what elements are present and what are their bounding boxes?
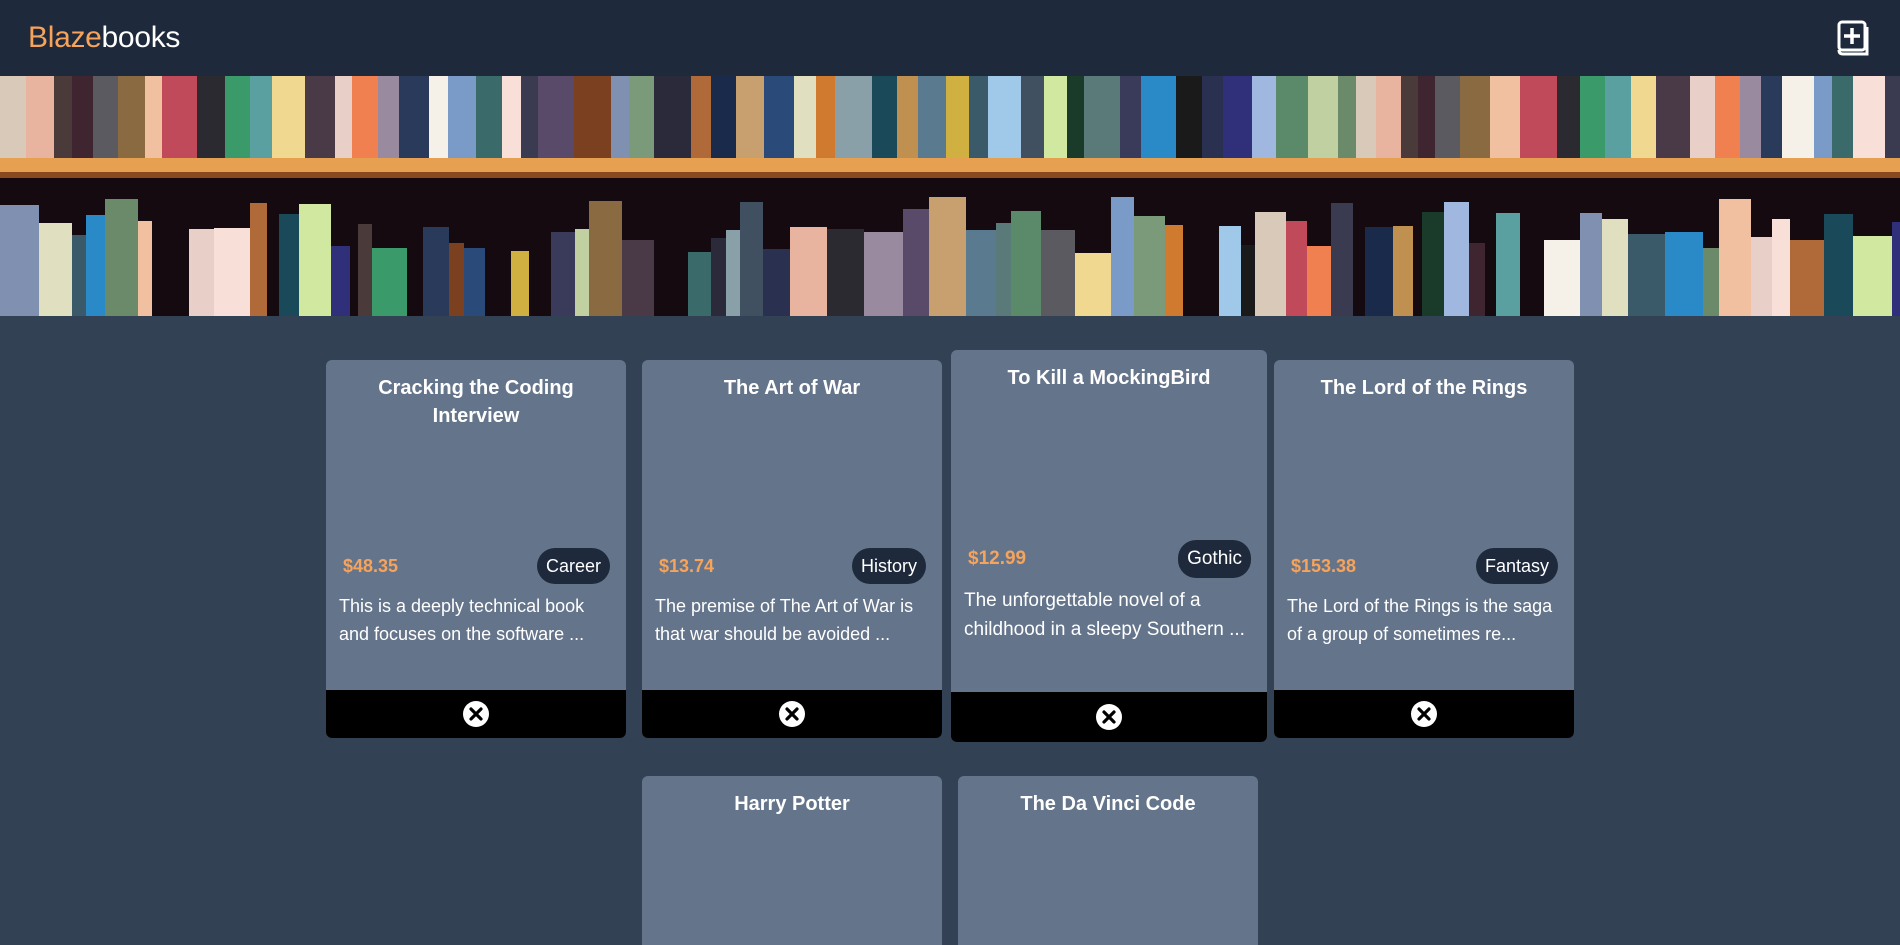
card-footer	[1274, 690, 1574, 738]
book-card[interactable]: Cracking the Coding Interview $48.35 Car…	[326, 360, 626, 738]
book-price: $12.99	[968, 548, 1027, 569]
bookshelf-illustration	[0, 76, 1900, 316]
delete-book-icon[interactable]	[1410, 700, 1438, 728]
delete-book-icon[interactable]	[462, 700, 490, 728]
add-book-button[interactable]	[1834, 19, 1872, 57]
card-footer	[326, 690, 626, 738]
book-card[interactable]: The Lord of the Rings $153.38 Fantasy Th…	[1274, 360, 1574, 738]
book-price: $153.38	[1291, 555, 1357, 576]
book-description: The Lord of the Rings is the saga of a g…	[1287, 596, 1553, 644]
card-footer	[951, 692, 1267, 742]
category-badge: Career	[536, 548, 610, 584]
category-badge: Fantasy	[1475, 548, 1558, 584]
book-meta: $153.38 Fantasy	[1274, 548, 1574, 584]
book-price: $48.35	[343, 555, 399, 576]
book-card[interactable]: The Da Vinci Code	[958, 776, 1258, 945]
book-meta: $12.99 Gothic	[951, 540, 1267, 578]
category-badge: History	[851, 548, 926, 584]
brand-name-highlight: Blaze	[28, 21, 102, 54]
add-book-icon	[1837, 20, 1869, 56]
bookshelf-banner	[0, 76, 1900, 316]
book-card[interactable]: The Art of War $13.74 History The premis…	[642, 360, 942, 738]
category-badge: Gothic	[1178, 540, 1251, 578]
book-card[interactable]: Harry Potter	[642, 776, 942, 945]
book-title: Cracking the Coding Interview	[378, 377, 574, 427]
book-meta: $13.74 History	[642, 548, 942, 584]
book-title: The Lord of the Rings	[1320, 377, 1528, 399]
book-title: The Da Vinci Code	[1020, 793, 1196, 815]
book-description: This is a deeply technical book and focu…	[339, 596, 585, 644]
navbar: Blazebooks	[0, 0, 1900, 76]
delete-book-icon[interactable]	[778, 700, 806, 728]
book-meta: $48.35 Career	[326, 548, 626, 584]
book-title: Harry Potter	[734, 793, 850, 815]
book-title: The Art of War	[723, 377, 861, 399]
card-footer	[642, 690, 942, 738]
brand-name-rest: books	[101, 21, 181, 54]
delete-book-icon[interactable]	[1095, 703, 1123, 731]
book-grid: Cracking the Coding Interview $48.35 Car…	[0, 316, 1900, 945]
book-card[interactable]: To Kill a MockingBird $12.99 Gothic The …	[951, 350, 1267, 742]
book-description: The premise of The Art of War is that wa…	[655, 596, 914, 644]
book-title: To Kill a MockingBird	[1007, 367, 1211, 389]
book-price: $13.74	[659, 555, 715, 576]
book-description: The unforgettable novel of a childhood i…	[964, 590, 1245, 640]
brand-logo[interactable]: Blazebooks	[28, 21, 180, 55]
